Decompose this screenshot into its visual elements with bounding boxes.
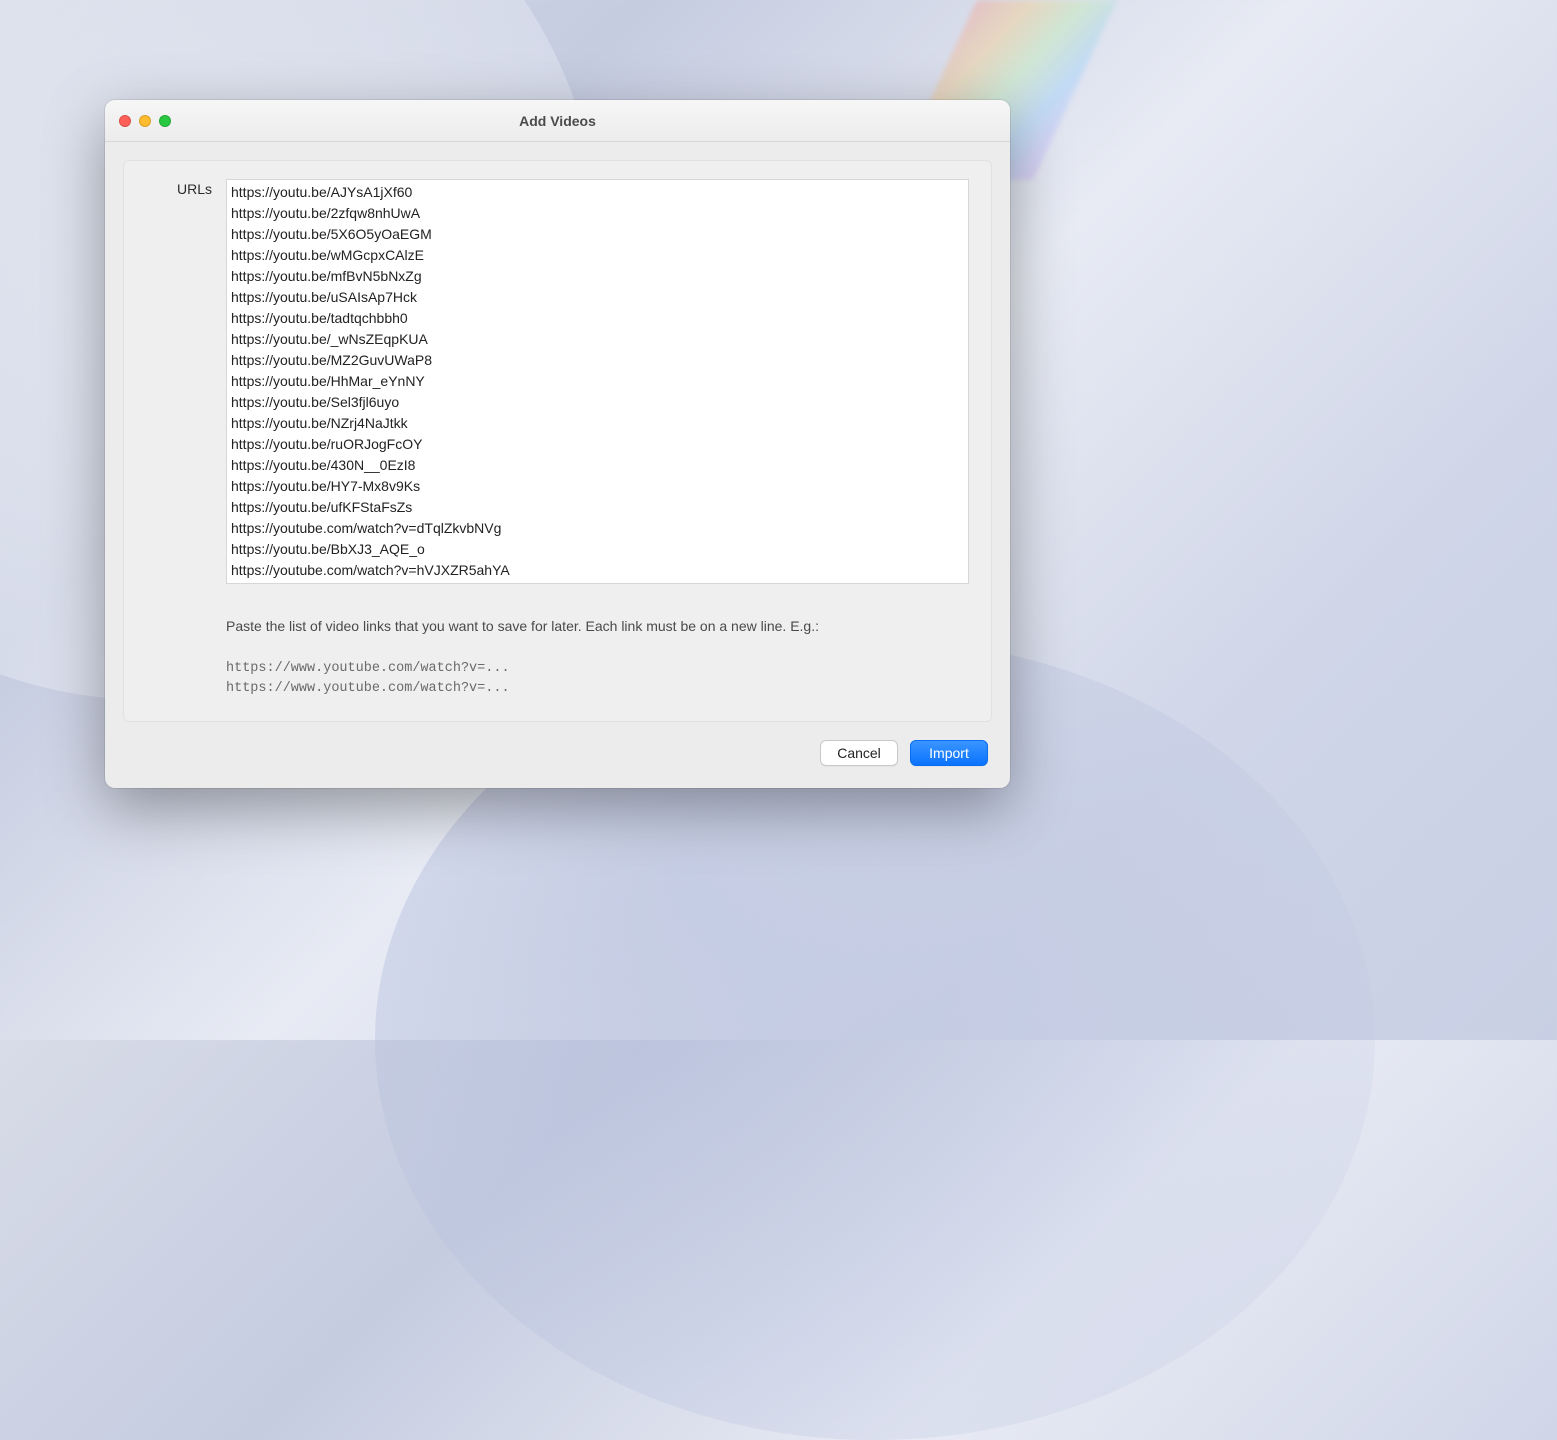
close-icon[interactable]	[119, 115, 131, 127]
form-panel: URLs Paste the list of video links that …	[123, 160, 992, 722]
window-title: Add Videos	[105, 113, 1010, 129]
urls-textarea[interactable]	[226, 179, 969, 584]
cancel-button[interactable]: Cancel	[820, 740, 898, 766]
button-row: Cancel Import	[123, 740, 992, 766]
window-body: URLs Paste the list of video links that …	[105, 142, 1010, 788]
urls-row: URLs Paste the list of video links that …	[146, 179, 969, 699]
import-button[interactable]: Import	[910, 740, 988, 766]
example-block: https://www.youtube.com/watch?v=... http…	[226, 659, 969, 699]
window-titlebar[interactable]: Add Videos	[105, 100, 1010, 142]
maximize-icon[interactable]	[159, 115, 171, 127]
window-controls	[119, 115, 171, 127]
help-text: Paste the list of video links that you w…	[226, 615, 969, 637]
minimize-icon[interactable]	[139, 115, 151, 127]
urls-content: Paste the list of video links that you w…	[226, 179, 969, 699]
add-videos-window: Add Videos URLs Paste the list of video …	[105, 100, 1010, 788]
urls-label: URLs	[146, 179, 212, 197]
